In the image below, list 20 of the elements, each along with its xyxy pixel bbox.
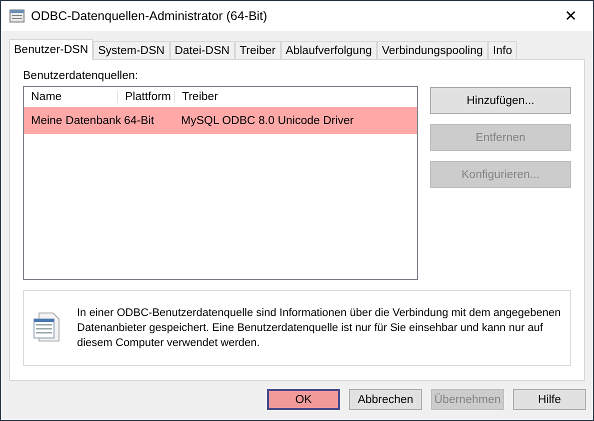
tab[interactable]: Ablaufverfolgung <box>280 41 377 59</box>
tab[interactable]: Benutzer-DSN <box>9 39 94 60</box>
info-text: In einer ODBC-Benutzerdatenquelle sind Informationen über die Verbindung mit dem angegebenen Datenanbieter gespeichert. Eine Benutzerdatenquelle ist nur für Sie einsehbar und kann nur auf diesem Computer verwendet werden. <box>77 306 562 350</box>
tab[interactable]: Treiber <box>234 41 281 59</box>
list-row[interactable]: Meine Datenbank 64-Bit MySQL ODBC 8.0 Unicode Driver <box>24 107 417 134</box>
column-header[interactable]: Treiber <box>174 91 417 103</box>
dialog-button[interactable]: Hilfe <box>513 389 586 410</box>
close-button[interactable]: ✕ <box>549 1 593 31</box>
side-button[interactable]: Hinzufügen... <box>430 87 571 114</box>
column-header[interactable]: Plattform <box>117 91 174 103</box>
dialog-button[interactable]: Abbrechen <box>349 389 422 410</box>
tab[interactable]: Info <box>488 41 518 59</box>
tab[interactable]: Verbindungspooling <box>376 41 488 59</box>
list-cell-text: MySQL ODBC 8.0 Unicode Driver <box>180 114 355 126</box>
dialog-button[interactable]: OK <box>267 389 340 410</box>
tab[interactable]: System-DSN <box>93 41 170 59</box>
tab[interactable]: Datei-DSN <box>170 41 235 59</box>
window-title: ODBC-Datenquellen-Administrator (64-Bit) <box>31 9 268 23</box>
list-label: Benutzerdatenquellen: <box>23 70 140 82</box>
column-header[interactable]: Name <box>24 91 117 103</box>
